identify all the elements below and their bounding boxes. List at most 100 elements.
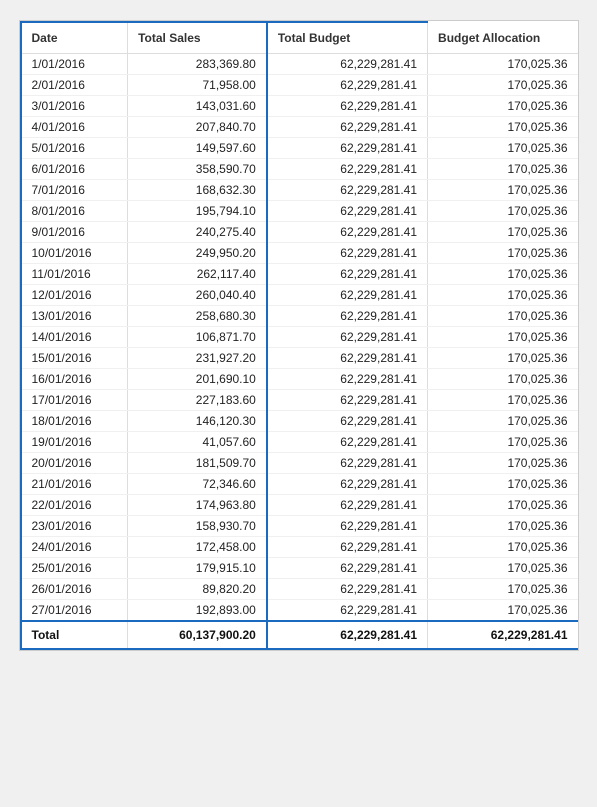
cell-budget-alloc: 170,025.36 — [428, 327, 578, 348]
cell-total-budget: 62,229,281.41 — [267, 180, 428, 201]
cell-total-budget: 62,229,281.41 — [267, 264, 428, 285]
cell-budget-alloc: 170,025.36 — [428, 222, 578, 243]
table-row: 24/01/2016172,458.0062,229,281.41170,025… — [21, 537, 578, 558]
table-row: 10/01/2016249,950.2062,229,281.41170,025… — [21, 243, 578, 264]
footer-total-budget: 62,229,281.41 — [267, 621, 428, 649]
footer-label: Total — [21, 621, 128, 649]
table-row: 25/01/2016179,915.1062,229,281.41170,025… — [21, 558, 578, 579]
cell-budget-alloc: 170,025.36 — [428, 306, 578, 327]
cell-total-sales: 201,690.10 — [128, 369, 267, 390]
cell-total-sales: 106,871.70 — [128, 327, 267, 348]
table-row: 26/01/201689,820.2062,229,281.41170,025.… — [21, 579, 578, 600]
cell-total-budget: 62,229,281.41 — [267, 306, 428, 327]
table-row: 18/01/2016146,120.3062,229,281.41170,025… — [21, 411, 578, 432]
cell-budget-alloc: 170,025.36 — [428, 180, 578, 201]
cell-total-budget: 62,229,281.41 — [267, 411, 428, 432]
cell-date: 24/01/2016 — [21, 537, 128, 558]
cell-total-budget: 62,229,281.41 — [267, 432, 428, 453]
cell-total-budget: 62,229,281.41 — [267, 369, 428, 390]
cell-budget-alloc: 170,025.36 — [428, 96, 578, 117]
cell-total-sales: 260,040.40 — [128, 285, 267, 306]
cell-total-sales: 258,680.30 — [128, 306, 267, 327]
cell-total-budget: 62,229,281.41 — [267, 75, 428, 96]
cell-total-budget: 62,229,281.41 — [267, 201, 428, 222]
table-row: 4/01/2016207,840.7062,229,281.41170,025.… — [21, 117, 578, 138]
cell-budget-alloc: 170,025.36 — [428, 411, 578, 432]
cell-total-budget: 62,229,281.41 — [267, 537, 428, 558]
cell-total-budget: 62,229,281.41 — [267, 159, 428, 180]
cell-date: 4/01/2016 — [21, 117, 128, 138]
cell-date: 21/01/2016 — [21, 474, 128, 495]
table-row: 22/01/2016174,963.8062,229,281.41170,025… — [21, 495, 578, 516]
cell-total-sales: 89,820.20 — [128, 579, 267, 600]
table-row: 7/01/2016168,632.3062,229,281.41170,025.… — [21, 180, 578, 201]
cell-total-sales: 207,840.70 — [128, 117, 267, 138]
cell-budget-alloc: 170,025.36 — [428, 495, 578, 516]
table-row: 9/01/2016240,275.4062,229,281.41170,025.… — [21, 222, 578, 243]
cell-date: 19/01/2016 — [21, 432, 128, 453]
table-row: 6/01/2016358,590.7062,229,281.41170,025.… — [21, 159, 578, 180]
cell-date: 10/01/2016 — [21, 243, 128, 264]
cell-budget-alloc: 170,025.36 — [428, 201, 578, 222]
cell-total-sales: 72,346.60 — [128, 474, 267, 495]
data-table: Date Total Sales Total Budget Budget All… — [19, 20, 579, 651]
table-row: 11/01/2016262,117.4062,229,281.41170,025… — [21, 264, 578, 285]
cell-total-sales: 249,950.20 — [128, 243, 267, 264]
cell-date: 14/01/2016 — [21, 327, 128, 348]
table-row: 2/01/201671,958.0062,229,281.41170,025.3… — [21, 75, 578, 96]
cell-total-sales: 262,117.40 — [128, 264, 267, 285]
footer-total-sales: 60,137,900.20 — [128, 621, 267, 649]
cell-total-sales: 158,930.70 — [128, 516, 267, 537]
cell-budget-alloc: 170,025.36 — [428, 579, 578, 600]
cell-budget-alloc: 170,025.36 — [428, 432, 578, 453]
cell-budget-alloc: 170,025.36 — [428, 516, 578, 537]
cell-budget-alloc: 170,025.36 — [428, 390, 578, 411]
cell-date: 15/01/2016 — [21, 348, 128, 369]
cell-date: 5/01/2016 — [21, 138, 128, 159]
cell-total-budget: 62,229,281.41 — [267, 327, 428, 348]
table-row: 15/01/2016231,927.2062,229,281.41170,025… — [21, 348, 578, 369]
cell-total-budget: 62,229,281.41 — [267, 96, 428, 117]
cell-total-budget: 62,229,281.41 — [267, 579, 428, 600]
col-header-date: Date — [21, 22, 128, 54]
cell-total-sales: 71,958.00 — [128, 75, 267, 96]
cell-total-sales: 195,794.10 — [128, 201, 267, 222]
cell-budget-alloc: 170,025.36 — [428, 138, 578, 159]
cell-date: 18/01/2016 — [21, 411, 128, 432]
cell-total-budget: 62,229,281.41 — [267, 138, 428, 159]
cell-date: 16/01/2016 — [21, 369, 128, 390]
table-row: 3/01/2016143,031.6062,229,281.41170,025.… — [21, 96, 578, 117]
cell-total-sales: 231,927.20 — [128, 348, 267, 369]
cell-date: 22/01/2016 — [21, 495, 128, 516]
table-row: 13/01/2016258,680.3062,229,281.41170,025… — [21, 306, 578, 327]
table-row: 23/01/2016158,930.7062,229,281.41170,025… — [21, 516, 578, 537]
cell-date: 9/01/2016 — [21, 222, 128, 243]
cell-date: 23/01/2016 — [21, 516, 128, 537]
cell-budget-alloc: 170,025.36 — [428, 600, 578, 622]
col-header-alloc: Budget Allocation — [428, 22, 578, 54]
cell-budget-alloc: 170,025.36 — [428, 159, 578, 180]
cell-total-sales: 172,458.00 — [128, 537, 267, 558]
table-row: 19/01/201641,057.6062,229,281.41170,025.… — [21, 432, 578, 453]
cell-total-sales: 143,031.60 — [128, 96, 267, 117]
cell-total-sales: 149,597.60 — [128, 138, 267, 159]
table-row: 8/01/2016195,794.1062,229,281.41170,025.… — [21, 201, 578, 222]
cell-budget-alloc: 170,025.36 — [428, 117, 578, 138]
cell-budget-alloc: 170,025.36 — [428, 558, 578, 579]
table-row: 20/01/2016181,509.7062,229,281.41170,025… — [21, 453, 578, 474]
cell-date: 8/01/2016 — [21, 201, 128, 222]
cell-date: 17/01/2016 — [21, 390, 128, 411]
cell-budget-alloc: 170,025.36 — [428, 474, 578, 495]
col-header-budget: Total Budget — [267, 22, 428, 54]
cell-date: 11/01/2016 — [21, 264, 128, 285]
cell-budget-alloc: 170,025.36 — [428, 264, 578, 285]
cell-total-sales: 192,893.00 — [128, 600, 267, 622]
cell-total-budget: 62,229,281.41 — [267, 348, 428, 369]
table-row: 21/01/201672,346.6062,229,281.41170,025.… — [21, 474, 578, 495]
cell-budget-alloc: 170,025.36 — [428, 537, 578, 558]
cell-total-budget: 62,229,281.41 — [267, 495, 428, 516]
cell-total-budget: 62,229,281.41 — [267, 285, 428, 306]
cell-total-budget: 62,229,281.41 — [267, 600, 428, 622]
cell-total-sales: 283,369.80 — [128, 54, 267, 75]
cell-total-budget: 62,229,281.41 — [267, 558, 428, 579]
